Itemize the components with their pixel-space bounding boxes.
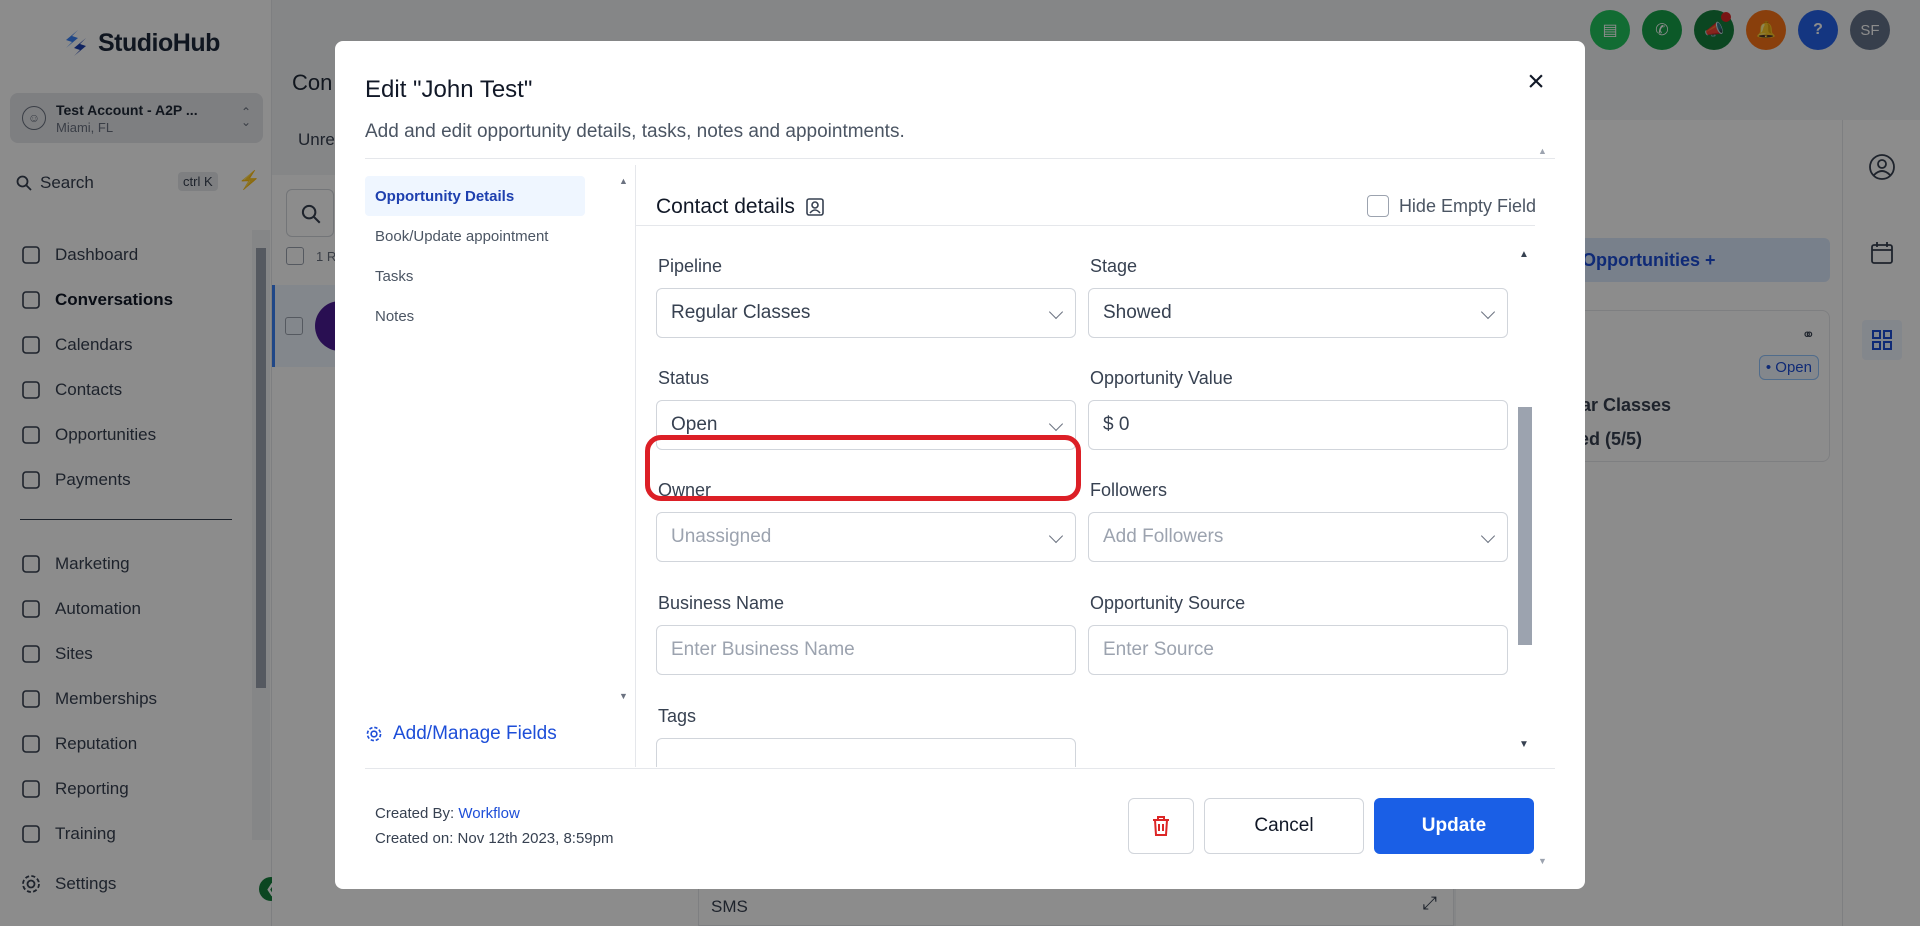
chevron-down-icon xyxy=(1048,304,1064,320)
tags-input[interactable] xyxy=(656,738,1076,767)
modal-tab-notes[interactable]: Notes xyxy=(365,296,585,336)
cancel-button[interactable]: Cancel xyxy=(1204,798,1364,854)
chevron-down-icon xyxy=(1048,528,1064,544)
owner-select[interactable]: Unassigned xyxy=(656,512,1076,562)
business-name-placeholder: Enter Business Name xyxy=(671,639,855,660)
opportunity-value-label: Opportunity Value xyxy=(1090,368,1233,388)
opportunity-source-input[interactable]: Enter Source xyxy=(1088,625,1508,675)
opportunity-value: $ 0 xyxy=(1103,414,1130,435)
business-name-label: Business Name xyxy=(658,593,785,613)
opportunity-source-label: Opportunity Source xyxy=(1090,593,1246,613)
created-by-label: Created By: xyxy=(375,805,455,822)
pipeline-label: Pipeline xyxy=(658,256,723,276)
edit-opportunity-modal: Edit "John Test" Add and edit opportunit… xyxy=(335,41,1585,889)
modal-title: Edit "John Test" xyxy=(365,76,533,103)
manage-fields-link[interactable]: Add/Manage Fields xyxy=(365,723,557,745)
followers-select[interactable]: Add Followers xyxy=(1088,512,1508,562)
form-scrollbar[interactable]: ▲ ▼ xyxy=(1515,161,1532,759)
modal-tab-opportunity-details[interactable]: Opportunity Details xyxy=(365,176,585,216)
opportunity-source-placeholder: Enter Source xyxy=(1103,639,1214,660)
created-on: Created on: Nov 12th 2023, 8:59pm xyxy=(375,830,614,847)
created-info: Created By: Workflow Created on: Nov 12t… xyxy=(375,801,614,851)
scroll-up-icon[interactable]: ▲ xyxy=(1519,249,1529,260)
contact-card-icon xyxy=(806,198,824,216)
followers-label: Followers xyxy=(1090,480,1168,500)
gear-icon xyxy=(366,726,382,742)
delete-button[interactable] xyxy=(1128,798,1194,854)
modal-tab-book-update-appointment[interactable]: Book/Update appointment xyxy=(365,216,585,256)
modal-nav-scrollbar[interactable]: ▲ ▼ xyxy=(615,176,633,701)
scroll-down-icon[interactable]: ▼ xyxy=(1538,856,1547,866)
section-divider xyxy=(636,225,1535,226)
hide-empty-checkbox[interactable] xyxy=(1366,195,1389,217)
pipeline-select[interactable]: Regular Classes xyxy=(656,288,1076,338)
hide-empty-fields-toggle[interactable]: Hide Empty Fields xyxy=(1366,195,1535,217)
chevron-down-icon xyxy=(1480,304,1496,320)
scroll-down-icon[interactable]: ▼ xyxy=(619,691,628,701)
stage-label: Stage xyxy=(1090,256,1138,276)
trash-icon xyxy=(1153,816,1169,836)
opportunity-form: Contact details Hide Empty Fields Pipeli… xyxy=(635,165,1535,767)
followers-placeholder: Add Followers xyxy=(1103,526,1224,547)
modal-subtitle: Add and edit opportunity details, tasks,… xyxy=(365,121,905,142)
business-name-input[interactable]: Enter Business Name xyxy=(656,625,1076,675)
chevron-down-icon xyxy=(1480,528,1496,544)
created-by-link[interactable]: Workflow xyxy=(458,805,519,822)
footer-divider xyxy=(365,768,1555,769)
section-title: Contact details xyxy=(656,195,795,218)
owner-placeholder: Unassigned xyxy=(671,526,772,547)
scroll-up-icon[interactable]: ▲ xyxy=(1538,146,1547,156)
chevron-down-icon xyxy=(1048,416,1064,432)
header-divider xyxy=(365,158,1555,159)
section-header: Contact details xyxy=(656,195,825,219)
scroll-down-icon[interactable]: ▼ xyxy=(1519,739,1529,750)
update-button[interactable]: Update xyxy=(1374,798,1534,854)
stage-value: Showed xyxy=(1103,302,1172,323)
status-select[interactable]: Open xyxy=(656,400,1076,450)
status-value: Open xyxy=(671,414,718,435)
scroll-up-icon[interactable]: ▲ xyxy=(619,176,628,186)
opportunity-value-input[interactable]: $ 0 xyxy=(1088,400,1508,450)
modal-tab-tasks[interactable]: Tasks xyxy=(365,256,585,296)
scrollbar-thumb[interactable] xyxy=(1518,407,1532,645)
pipeline-value: Regular Classes xyxy=(671,302,811,323)
owner-label: Owner xyxy=(658,480,712,500)
close-icon[interactable]: × xyxy=(1521,67,1551,97)
modal-outer-scrollbar[interactable]: ▲ ▼ xyxy=(1536,146,1552,866)
modal-nav: Opportunity Details Book/Update appointme… xyxy=(365,176,585,336)
manage-fields-label: Add/Manage Fields xyxy=(393,723,557,744)
status-label: Status xyxy=(658,368,710,388)
stage-select[interactable]: Showed xyxy=(1088,288,1508,338)
tags-label: Tags xyxy=(658,706,697,726)
